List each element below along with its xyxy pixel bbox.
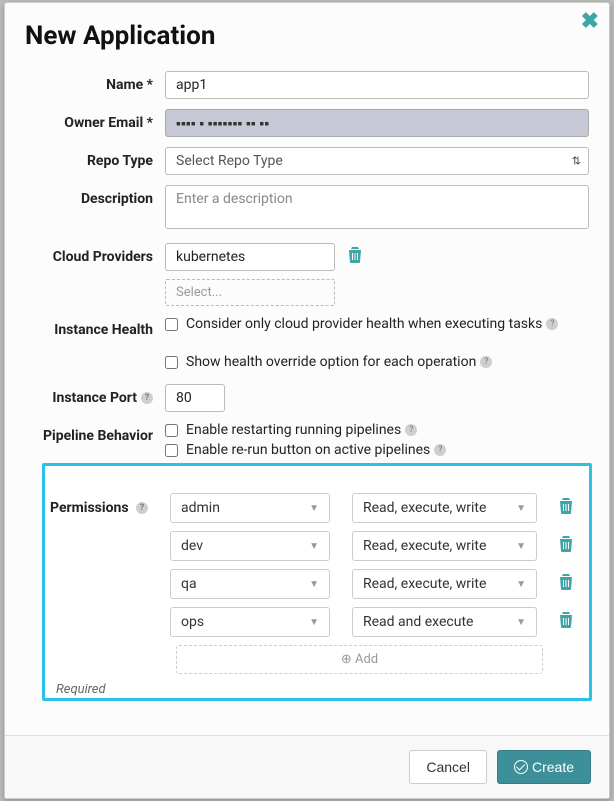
- repo-type-label: Repo Type: [25, 147, 165, 175]
- new-application-modal: New Application ✖ Name * Owner Email * ▪…: [4, 2, 610, 799]
- permission-level-dropdown[interactable]: Read, execute, write ▼: [352, 493, 537, 523]
- dropdown-value: qa: [181, 576, 197, 592]
- dropdown-value: admin: [181, 500, 220, 516]
- permission-level-dropdown[interactable]: Read and execute ▼: [352, 607, 537, 637]
- pipeline-rerun-checkbox[interactable]: Enable re-run button on active pipelines…: [165, 442, 589, 458]
- dropdown-value: ops: [181, 614, 204, 630]
- repo-type-select[interactable]: Select Repo Type: [165, 147, 589, 175]
- required-note: Required: [56, 682, 106, 697]
- checkbox-input[interactable]: [165, 318, 178, 331]
- help-icon[interactable]: ?: [136, 502, 148, 514]
- pipeline-behavior-label: Pipeline Behavior: [25, 422, 165, 450]
- permissions-label: Permissions ?: [48, 500, 148, 516]
- modal-title: New Application: [25, 21, 589, 51]
- checkbox-input[interactable]: [165, 356, 178, 369]
- add-permission-button[interactable]: ⊕ Add: [176, 645, 543, 674]
- help-icon[interactable]: ?: [546, 318, 558, 330]
- checkbox-input[interactable]: [165, 444, 178, 457]
- description-label: Description: [25, 185, 165, 213]
- cancel-button[interactable]: Cancel: [409, 750, 487, 784]
- permission-level-dropdown[interactable]: Read, execute, write ▼: [352, 531, 537, 561]
- checkbox-input[interactable]: [165, 424, 178, 437]
- permission-level-dropdown[interactable]: Read, execute, write ▼: [352, 569, 537, 599]
- permission-role-dropdown[interactable]: admin ▼: [170, 493, 330, 523]
- help-icon[interactable]: ?: [405, 424, 417, 436]
- permission-role-dropdown[interactable]: ops ▼: [170, 607, 330, 637]
- health-override-checkbox[interactable]: Show health override option for each ope…: [165, 354, 589, 370]
- chevron-down-icon: ▼: [516, 617, 526, 628]
- chevron-down-icon: ▼: [309, 503, 319, 514]
- cloud-provider-tag[interactable]: kubernetes: [165, 243, 335, 271]
- chevron-down-icon: ▼: [309, 541, 319, 552]
- trash-icon[interactable]: [559, 536, 573, 556]
- pipeline-restart-checkbox[interactable]: Enable restarting running pipelines ?: [165, 422, 589, 438]
- permission-role-dropdown[interactable]: qa ▼: [170, 569, 330, 599]
- help-icon[interactable]: ?: [480, 356, 492, 368]
- chevron-down-icon: ▼: [516, 503, 526, 514]
- checkbox-label: Consider only cloud provider health when…: [186, 316, 542, 332]
- check-circle-icon: [514, 760, 528, 774]
- add-label: Add: [355, 652, 378, 667]
- name-input[interactable]: [165, 71, 589, 99]
- modal-footer: Cancel Create: [5, 735, 609, 798]
- trash-icon[interactable]: [559, 498, 573, 518]
- checkbox-label: Enable restarting running pipelines: [186, 422, 401, 438]
- trash-icon[interactable]: [559, 612, 573, 632]
- create-label: Create: [532, 759, 574, 775]
- instance-port-label: Instance Port?: [25, 384, 165, 412]
- checkbox-label: Show health override option for each ope…: [186, 354, 476, 370]
- cloud-providers-label: Cloud Providers: [25, 243, 165, 271]
- help-icon[interactable]: ?: [141, 392, 153, 404]
- dropdown-value: Read, execute, write: [363, 500, 486, 516]
- help-icon[interactable]: ?: [434, 444, 446, 456]
- dropdown-value: Read and execute: [363, 614, 473, 630]
- checkbox-label: Enable re-run button on active pipelines: [186, 442, 430, 458]
- modal-header: New Application ✖: [5, 3, 609, 51]
- chevron-down-icon: ▼: [516, 579, 526, 590]
- chevron-down-icon: ▼: [516, 541, 526, 552]
- dropdown-value: dev: [181, 538, 203, 554]
- chevron-down-icon: ▼: [309, 617, 319, 628]
- dropdown-value: Read, execute, write: [363, 538, 486, 554]
- plus-circle-icon: ⊕: [341, 652, 352, 667]
- permissions-section: Permissions ? admin ▼ Read, execute, write ▼…: [42, 463, 592, 701]
- instance-health-label: Instance Health: [25, 316, 165, 344]
- dropdown-value: Read, execute, write: [363, 576, 486, 592]
- trash-icon[interactable]: [348, 251, 362, 267]
- chevron-down-icon: ▼: [309, 579, 319, 590]
- permission-role-dropdown[interactable]: dev ▼: [170, 531, 330, 561]
- create-button[interactable]: Create: [497, 750, 591, 784]
- instance-port-input[interactable]: [165, 384, 225, 412]
- description-textarea[interactable]: [165, 185, 589, 229]
- cloud-provider-select[interactable]: Select...: [165, 279, 335, 306]
- health-only-provider-checkbox[interactable]: Consider only cloud provider health when…: [165, 316, 589, 332]
- trash-icon[interactable]: [559, 574, 573, 594]
- owner-email-label: Owner Email *: [25, 109, 165, 137]
- owner-email-input[interactable]: ▪▪▪▪ ▪ ▪▪▪▪▪▪▪ ▪▪ ▪▪: [165, 109, 589, 137]
- close-icon[interactable]: ✖: [581, 11, 599, 33]
- name-label: Name *: [25, 71, 165, 99]
